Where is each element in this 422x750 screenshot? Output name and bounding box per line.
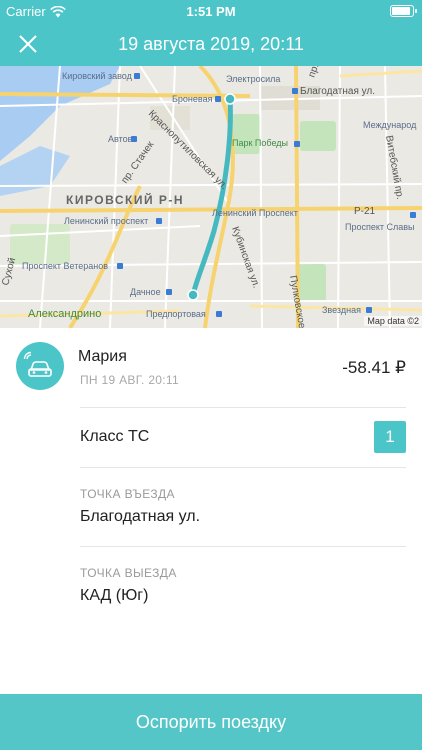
route-map[interactable]: Кировский завод Электросила Благодатная … (0, 66, 422, 328)
map-label: Звездная (322, 305, 361, 315)
water-area (0, 146, 70, 196)
battery-level (392, 7, 410, 15)
park-area (10, 224, 70, 264)
entry-point: ТОЧКА ВЪЕЗДА Благодатная ул. (80, 487, 406, 526)
exit-point-caption: ТОЧКА ВЫЕЗДА (80, 566, 177, 580)
page-title: 19 августа 2019, 20:11 (118, 34, 304, 54)
map-label: Парк Победы (232, 138, 288, 148)
map-label: Ленинский проспект (64, 216, 148, 226)
route-start-marker (224, 93, 236, 105)
driver-name: Мария (78, 348, 127, 365)
map-label: Благодатная ул. (300, 86, 375, 97)
map-label: Дачное (130, 287, 161, 297)
map-label: Предпортовая (146, 309, 206, 319)
close-button[interactable] (14, 30, 42, 58)
nav-bar: 19 августа 2019, 20:11 (0, 22, 422, 66)
avatar (16, 342, 64, 390)
exit-point-value: КАД (Юг) (80, 587, 149, 604)
map-label: Ленинский Проспект (212, 208, 298, 218)
map-label: Кубинская ул. (229, 225, 262, 290)
map-label: Александрино (28, 308, 101, 320)
route-end-marker (187, 289, 199, 301)
map-label: Р-21 (354, 206, 376, 217)
park-area (300, 121, 336, 151)
map-label: Броневая (172, 94, 213, 104)
map-district-label: КИРОВСКИЙ Р-Н (66, 192, 184, 207)
map-label: Проспект Славы (345, 222, 415, 232)
vehicle-class-badge: 1 (374, 421, 406, 453)
exit-point: ТОЧКА ВЫЕЗДА КАД (Юг) (80, 566, 406, 605)
divider (80, 407, 406, 408)
entry-point-value: Благодатная ул. (80, 508, 201, 525)
map-label: пр. Стачек (119, 139, 156, 186)
map-canvas: Кировский завод Электросила Благодатная … (0, 66, 422, 328)
divider (80, 546, 406, 547)
trip-amount: -58.41 ₽ (342, 358, 406, 377)
map-label: Международ (363, 120, 417, 130)
map-label: Сухой (0, 257, 18, 287)
divider (80, 467, 406, 468)
park-area (232, 114, 260, 154)
close-icon (19, 35, 37, 53)
map-label: Проспект Ветеранов (22, 261, 108, 271)
battery-icon (390, 5, 417, 17)
entry-point-caption: ТОЧКА ВЪЕЗДА (80, 487, 175, 501)
status-time: 1:51 PM (186, 4, 236, 19)
map-label: Электросила (226, 74, 280, 84)
status-bar: Carrier 1:51 PM (0, 0, 422, 22)
map-attribution: Map data ©2 (364, 316, 422, 326)
trip-date: ПН 19 АВГ. 20:11 (80, 373, 179, 387)
vehicle-class-label: Класс ТС (80, 428, 150, 445)
header: Carrier 1:51 PM 19 августа 2019, 20:11 (0, 0, 422, 66)
dispute-trip-button[interactable]: Оспорить поездку (0, 694, 422, 750)
trip-summary: Мария ПН 19 АВГ. 20:11 -58.41 ₽ (0, 328, 422, 408)
car-icon (23, 351, 52, 377)
map-label: Кировский завод (62, 71, 133, 81)
